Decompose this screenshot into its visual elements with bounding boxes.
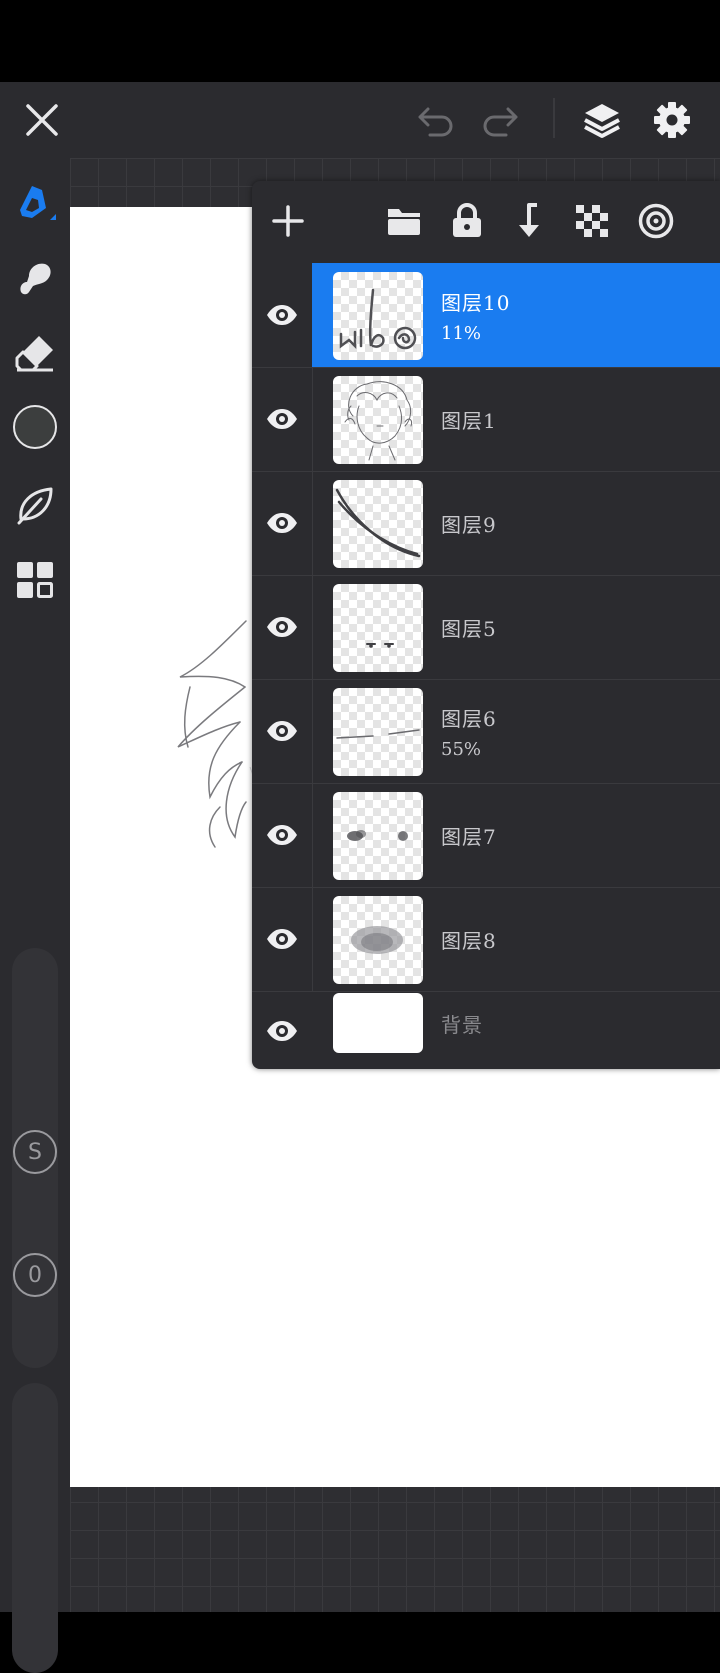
layers-button[interactable] (578, 96, 626, 144)
left-tool-sidebar: S 0 (0, 158, 70, 1673)
toolbar-divider (553, 98, 555, 138)
visibility-toggle[interactable] (262, 1011, 302, 1051)
layer-thumbnail (333, 792, 423, 880)
undo-icon (418, 107, 453, 137)
layer-name: 背景 (441, 1013, 483, 1037)
row-divider (312, 783, 313, 887)
eye-icon (267, 409, 297, 429)
settings-button[interactable] (648, 96, 696, 144)
eye-icon (267, 1021, 297, 1041)
current-color (13, 405, 57, 449)
row-divider (312, 575, 313, 679)
visibility-toggle[interactable] (262, 503, 302, 543)
grid-icon (17, 562, 53, 598)
layer-thumbnail (333, 272, 423, 360)
eye-icon (267, 617, 297, 637)
layer-thumbnail (333, 376, 423, 464)
leaf-icon (17, 487, 53, 525)
merge-down-button[interactable] (508, 199, 552, 243)
merge-down-icon (519, 203, 539, 237)
background-thumbnail (333, 993, 423, 1053)
layer-name: 图层10 (441, 291, 511, 315)
folder-icon (388, 209, 420, 235)
color-swatch[interactable] (8, 400, 62, 454)
layers-icon (584, 104, 620, 138)
layers-panel-toolbar (252, 181, 720, 261)
layer-row[interactable]: 图层7 (252, 783, 720, 888)
layer-row[interactable]: 图层6 55% (252, 679, 720, 784)
layer-name: 图层5 (441, 617, 497, 641)
eye-icon (267, 721, 297, 741)
add-layer-button[interactable] (266, 199, 310, 243)
layer-name: 图层7 (441, 825, 497, 849)
top-toolbar (0, 82, 720, 158)
brush-tool-icon (20, 186, 56, 220)
visibility-toggle[interactable] (262, 295, 302, 335)
eye-icon (267, 305, 297, 325)
opacity-badge[interactable]: 0 (13, 1253, 57, 1297)
lock-button[interactable] (445, 199, 489, 243)
row-divider (312, 367, 313, 471)
eye-icon (267, 825, 297, 845)
opacity-slider[interactable] (12, 1383, 58, 1673)
gallery-tool[interactable] (8, 553, 62, 607)
eraser-tool-icon (15, 336, 53, 372)
visibility-toggle[interactable] (262, 815, 302, 855)
gear-icon (654, 102, 690, 138)
row-divider (312, 887, 313, 991)
size-badge[interactable]: S (13, 1130, 57, 1174)
mask-button[interactable] (634, 199, 678, 243)
smudge-tool[interactable] (8, 251, 62, 305)
undo-button[interactable] (414, 98, 458, 142)
background-layer-row[interactable]: 背景 (252, 991, 720, 1069)
eye-icon (267, 929, 297, 949)
visibility-toggle[interactable] (262, 399, 302, 439)
leaf-tool[interactable] (8, 478, 62, 532)
visibility-toggle[interactable] (262, 711, 302, 751)
row-divider (312, 471, 313, 575)
mask-icon (638, 203, 674, 239)
layer-thumbnail (333, 480, 423, 568)
layer-thumbnail (333, 688, 423, 776)
lock-icon (453, 203, 481, 237)
brush-tool[interactable] (8, 176, 62, 230)
layer-row[interactable]: 图层5 (252, 575, 720, 680)
layer-name: 图层9 (441, 513, 497, 537)
visibility-toggle[interactable] (262, 919, 302, 959)
eye-icon (267, 513, 297, 533)
visibility-toggle[interactable] (262, 607, 302, 647)
status-bar (0, 0, 720, 82)
add-icon (272, 205, 304, 237)
layer-thumbnail (333, 584, 423, 672)
layer-opacity: 55% (441, 739, 482, 760)
eraser-tool[interactable] (8, 325, 62, 379)
folder-button[interactable] (382, 199, 426, 243)
close-button[interactable] (18, 96, 66, 144)
layer-thumbnail (333, 896, 423, 984)
layer-row[interactable]: 图层10 11% (252, 263, 720, 368)
redo-icon (483, 107, 518, 137)
layer-row[interactable]: 图层8 (252, 887, 720, 992)
alpha-lock-icon (576, 205, 608, 237)
layer-row[interactable]: 图层9 (252, 471, 720, 576)
layers-panel: 图层10 11% 图层1 图层9 图层5 图层6 55% 图层7 图层8 背景 (252, 181, 720, 1069)
smudge-tool-icon (20, 263, 51, 295)
row-divider (312, 679, 313, 783)
layer-name: 图层6 (441, 707, 497, 731)
layer-name: 图层8 (441, 929, 497, 953)
layer-opacity: 11% (441, 323, 482, 344)
redo-button[interactable] (478, 98, 522, 142)
close-icon (26, 104, 58, 136)
layer-row[interactable]: 图层1 (252, 367, 720, 472)
layer-name: 图层1 (441, 409, 497, 433)
alpha-lock-button[interactable] (570, 199, 614, 243)
